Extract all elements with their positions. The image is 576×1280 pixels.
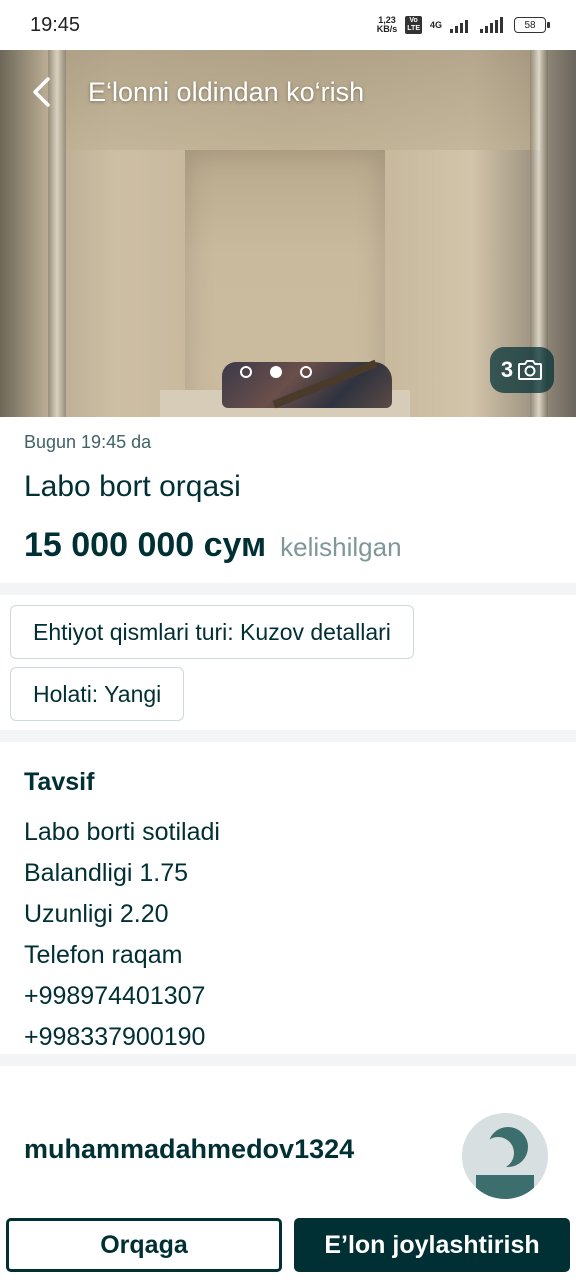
carousel-dot-active[interactable]: [270, 366, 282, 378]
description-title: Tavsif: [24, 768, 95, 796]
signal-icon: [450, 20, 468, 33]
description-line: Balandligi 1.75: [24, 859, 189, 887]
status-time: 19:45: [30, 13, 81, 36]
page-title: E‘lonni oldindan ko‘rish: [88, 76, 365, 107]
ad-title: Labo bort orqasi: [24, 470, 241, 503]
camera-icon: [518, 360, 543, 380]
battery-icon: 58: [514, 17, 550, 33]
status-icons: 1,23 KB/s Vo LTE 4G 58: [377, 16, 550, 34]
description-line: Labo borti sotiladi: [24, 818, 220, 846]
photo-count-badge[interactable]: 3: [490, 347, 554, 393]
network-speed: 1,23 KB/s: [377, 16, 398, 34]
ad-price: 15 000 000 сум: [24, 526, 267, 564]
network-speed-unit: KB/s: [376, 24, 398, 34]
photo-count: 3: [500, 357, 514, 382]
chevron-left-icon: [33, 77, 50, 107]
publish-ad-label: E’lon joylashtirish: [324, 1230, 540, 1259]
carousel-dots: [240, 366, 312, 378]
user-avatar-icon: [462, 1113, 548, 1199]
param-condition: Holati: Yangi: [10, 667, 185, 721]
divider: [0, 730, 576, 742]
top-bar: E‘lonni oldindan ko‘rish: [0, 50, 576, 134]
volte-top: Vo: [409, 17, 418, 24]
description-line: Telefon raqam: [24, 941, 183, 969]
avatar: [462, 1113, 548, 1199]
battery-level: 58: [524, 19, 536, 31]
description-line: +998974401307: [24, 982, 206, 1010]
description-line: +998337900190: [24, 1023, 206, 1051]
bottom-action-bar: Orqaga E’lon joylashtirish: [0, 1206, 576, 1280]
price-negotiable: kelishilgan: [280, 532, 402, 562]
network-type: 4G: [429, 20, 442, 30]
divider: [0, 1054, 576, 1066]
carousel-dot[interactable]: [300, 366, 312, 378]
status-bar: 19:45 1,23 KB/s Vo LTE 4G 58: [0, 0, 576, 50]
back-button[interactable]: [0, 50, 84, 134]
description-line: Uzunligi 2.20: [24, 900, 169, 928]
divider: [0, 583, 576, 595]
price-row: 15 000 000 сум kelishilgan: [24, 526, 402, 565]
seller-name: muhammadahmedov1324: [24, 1134, 355, 1164]
signal-icon-2: [480, 17, 503, 33]
param-spare-part-type: Ehtiyot qismlari turi: Kuzov detallari: [10, 605, 414, 659]
volte-bottom: LTE: [407, 25, 420, 32]
back-action-label: Orqaga: [100, 1230, 188, 1259]
publish-ad-button[interactable]: E’lon joylashtirish: [294, 1218, 570, 1272]
carousel-dot[interactable]: [240, 366, 252, 378]
volte-icon: Vo LTE: [405, 16, 422, 34]
ad-date: Bugun 19:45 da: [24, 432, 152, 452]
back-action-button[interactable]: Orqaga: [6, 1218, 282, 1272]
